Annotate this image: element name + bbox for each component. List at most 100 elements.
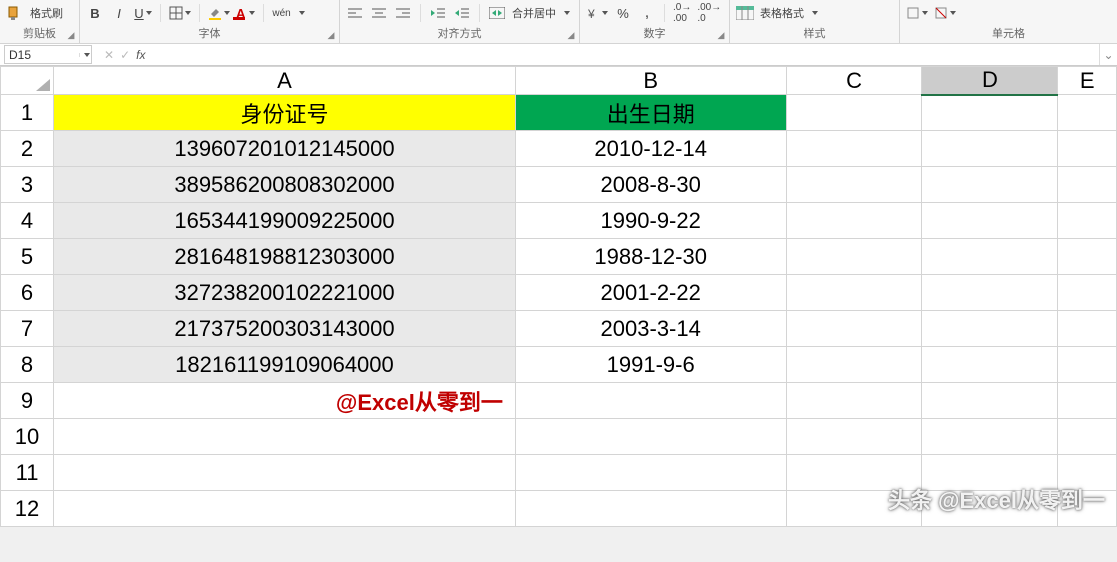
currency-button[interactable]: ¥ xyxy=(586,3,608,23)
cell-A7[interactable]: 217375200303143000 xyxy=(54,311,516,347)
align-right-button[interactable] xyxy=(394,3,412,23)
formula-input[interactable] xyxy=(153,44,1099,65)
cell-A12[interactable] xyxy=(54,491,516,527)
name-box[interactable] xyxy=(4,45,92,64)
name-box-dropdown[interactable] xyxy=(79,53,91,57)
cell-D1[interactable] xyxy=(922,95,1058,131)
cell-E3[interactable] xyxy=(1058,167,1117,203)
underline-button[interactable]: U xyxy=(134,3,152,23)
increase-decimal-button[interactable]: .0→.00 xyxy=(673,3,691,23)
merge-dropdown-icon[interactable] xyxy=(564,11,570,15)
row-header[interactable]: 12 xyxy=(1,491,54,527)
cell-E12[interactable] xyxy=(1058,491,1117,527)
cell-C7[interactable] xyxy=(786,311,922,347)
formula-bar-expand-icon[interactable]: ⌄ xyxy=(1099,44,1117,65)
table-styles-button[interactable] xyxy=(736,3,754,23)
cell-D8[interactable] xyxy=(922,347,1058,383)
cell-D5[interactable] xyxy=(922,239,1058,275)
cell-C6[interactable] xyxy=(786,275,922,311)
cell-A9[interactable]: @Excel从零到一 xyxy=(54,383,516,419)
cell-E10[interactable] xyxy=(1058,419,1117,455)
cell-B2[interactable]: 2010-12-14 xyxy=(515,131,786,167)
column-header-A[interactable]: A xyxy=(54,67,516,95)
cell-B8[interactable]: 1991-9-6 xyxy=(515,347,786,383)
cell-E7[interactable] xyxy=(1058,311,1117,347)
row-header[interactable]: 9 xyxy=(1,383,54,419)
cell-D9[interactable] xyxy=(922,383,1058,419)
italic-button[interactable]: I xyxy=(110,3,128,23)
increase-indent-button[interactable] xyxy=(453,3,471,23)
cell-E9[interactable] xyxy=(1058,383,1117,419)
cell-E6[interactable] xyxy=(1058,275,1117,311)
cell-B6[interactable]: 2001-2-22 xyxy=(515,275,786,311)
row-header[interactable]: 7 xyxy=(1,311,54,347)
cell-D6[interactable] xyxy=(922,275,1058,311)
cell-A2[interactable]: 139607201012145000 xyxy=(54,131,516,167)
cell-D4[interactable] xyxy=(922,203,1058,239)
row-header[interactable]: 5 xyxy=(1,239,54,275)
cell-C12[interactable] xyxy=(786,491,922,527)
percent-button[interactable]: % xyxy=(614,3,632,23)
cell-D3[interactable] xyxy=(922,167,1058,203)
cell-C11[interactable] xyxy=(786,455,922,491)
cancel-icon[interactable]: ✕ xyxy=(104,48,114,62)
insert-cells-button[interactable] xyxy=(906,3,928,23)
table-styles-dropdown-icon[interactable] xyxy=(812,11,818,15)
cell-B9[interactable] xyxy=(515,383,786,419)
cell-C3[interactable] xyxy=(786,167,922,203)
column-header-E[interactable]: E xyxy=(1058,67,1117,95)
cell-C5[interactable] xyxy=(786,239,922,275)
comma-button[interactable]: , xyxy=(638,3,656,23)
cell-A3[interactable]: 389586200808302000 xyxy=(54,167,516,203)
cell-C8[interactable] xyxy=(786,347,922,383)
format-painter-button[interactable] xyxy=(6,3,24,23)
cell-E1[interactable] xyxy=(1058,95,1117,131)
cell-A8[interactable]: 182161199109064000 xyxy=(54,347,516,383)
cell-B1[interactable]: 出生日期 xyxy=(515,95,786,131)
decrease-decimal-button[interactable]: .00→.0 xyxy=(697,3,721,23)
decrease-indent-button[interactable] xyxy=(429,3,447,23)
number-dialog-launcher[interactable]: ◢ xyxy=(715,29,727,41)
cell-E5[interactable] xyxy=(1058,239,1117,275)
cell-C9[interactable] xyxy=(786,383,922,419)
row-header[interactable]: 6 xyxy=(1,275,54,311)
cell-A6[interactable]: 327238200102221000 xyxy=(54,275,516,311)
cell-C4[interactable] xyxy=(786,203,922,239)
column-header-B[interactable]: B xyxy=(515,67,786,95)
font-dialog-launcher[interactable]: ◢ xyxy=(325,29,337,41)
align-dialog-launcher[interactable]: ◢ xyxy=(565,29,577,41)
phonetic-button[interactable]: wén xyxy=(272,3,290,23)
fx-icon[interactable]: fx xyxy=(136,48,145,62)
cell-D2[interactable] xyxy=(922,131,1058,167)
row-header[interactable]: 3 xyxy=(1,167,54,203)
cell-A4[interactable]: 165344199009225000 xyxy=(54,203,516,239)
cell-C10[interactable] xyxy=(786,419,922,455)
cell-A10[interactable] xyxy=(54,419,516,455)
select-all-corner[interactable] xyxy=(1,67,54,95)
row-header[interactable]: 4 xyxy=(1,203,54,239)
cell-E11[interactable] xyxy=(1058,455,1117,491)
enter-icon[interactable]: ✓ xyxy=(120,48,130,62)
fill-color-button[interactable] xyxy=(208,3,230,23)
cell-B12[interactable] xyxy=(515,491,786,527)
row-header[interactable]: 10 xyxy=(1,419,54,455)
align-left-button[interactable] xyxy=(346,3,364,23)
merge-cells-button[interactable] xyxy=(488,3,506,23)
delete-cells-button[interactable] xyxy=(934,3,956,23)
bold-button[interactable]: B xyxy=(86,3,104,23)
column-header-C[interactable]: C xyxy=(786,67,922,95)
cell-A11[interactable] xyxy=(54,455,516,491)
cell-B5[interactable]: 1988-12-30 xyxy=(515,239,786,275)
align-center-button[interactable] xyxy=(370,3,388,23)
cell-C2[interactable] xyxy=(786,131,922,167)
cell-B10[interactable] xyxy=(515,419,786,455)
clipboard-dialog-launcher[interactable]: ◢ xyxy=(65,29,77,41)
cell-A5[interactable]: 281648198812303000 xyxy=(54,239,516,275)
cell-B4[interactable]: 1990-9-22 xyxy=(515,203,786,239)
row-header[interactable]: 11 xyxy=(1,455,54,491)
cell-A1[interactable]: 身份证号 xyxy=(54,95,516,131)
name-box-input[interactable] xyxy=(5,48,79,62)
row-header[interactable]: 2 xyxy=(1,131,54,167)
border-button[interactable] xyxy=(169,3,191,23)
cell-B11[interactable] xyxy=(515,455,786,491)
